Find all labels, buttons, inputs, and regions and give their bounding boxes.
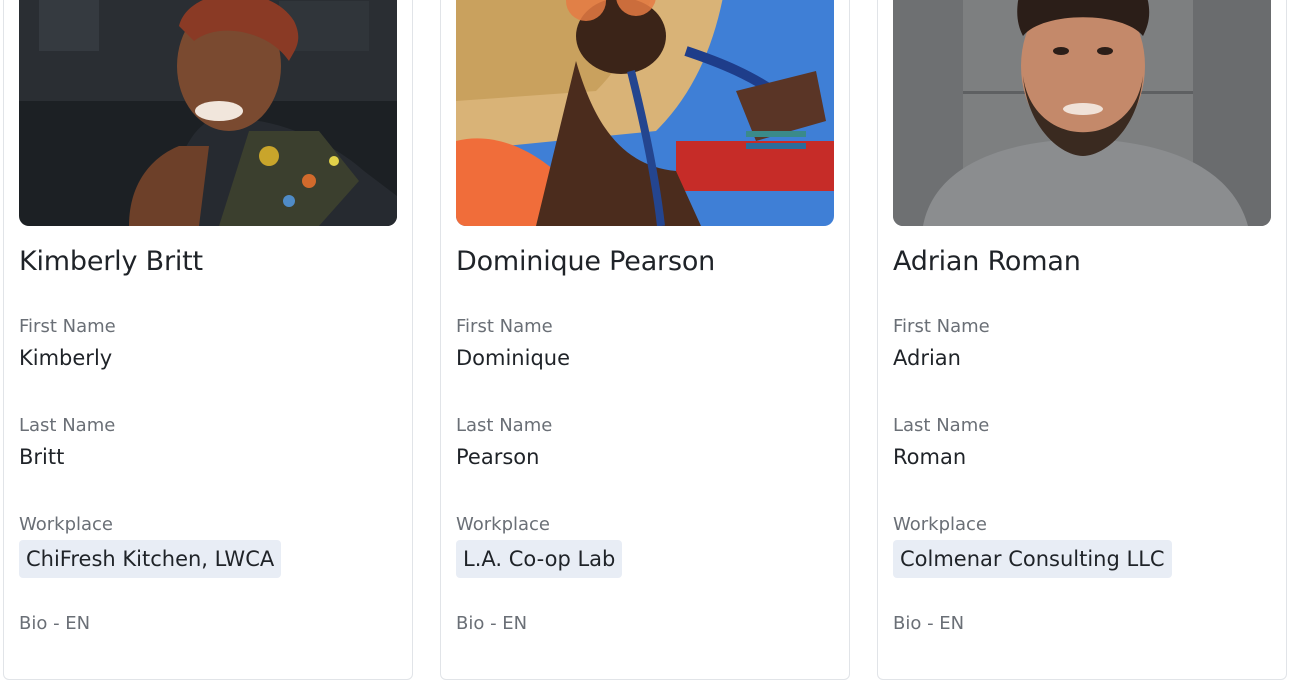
workplace-tag[interactable]: Colmenar Consulting LLC: [893, 540, 1172, 578]
bio-label: Bio - EN: [19, 613, 91, 634]
last-name-value: Britt: [19, 445, 65, 469]
profile-card: Kimberly Britt First Name Kimberly Last …: [3, 0, 413, 680]
bio-label: Bio - EN: [893, 613, 965, 634]
last-name-label: Last Name: [456, 415, 553, 436]
workplace-label: Workplace: [893, 514, 988, 535]
workplace-tag[interactable]: L.A. Co-op Lab: [456, 540, 623, 578]
first-name-label: First Name: [893, 316, 990, 337]
profile-photo: [19, 0, 397, 226]
last-name-label: Last Name: [893, 415, 990, 436]
profile-photo: [893, 0, 1271, 226]
first-name-label: First Name: [456, 316, 553, 337]
workplace-tag[interactable]: ChiFresh Kitchen, LWCA: [19, 540, 282, 578]
first-name-label: First Name: [19, 316, 116, 337]
profile-full-name: Adrian Roman: [893, 246, 1081, 277]
first-name-value: Adrian: [893, 346, 961, 370]
first-name-value: Kimberly: [19, 346, 113, 370]
profile-card: Adrian Roman First Name Adrian Last Name…: [877, 0, 1287, 680]
profile-card: Dominique Pearson First Name Dominique L…: [440, 0, 850, 680]
profile-card-grid: Kimberly Britt First Name Kimberly Last …: [0, 0, 1300, 680]
profile-photo: [456, 0, 834, 226]
first-name-value: Dominique: [456, 346, 571, 370]
last-name-value: Roman: [893, 445, 967, 469]
profile-full-name: Dominique Pearson: [456, 246, 716, 277]
workplace-label: Workplace: [19, 514, 114, 535]
last-name-value: Pearson: [456, 445, 540, 469]
workplace-label: Workplace: [456, 514, 551, 535]
bio-label: Bio - EN: [456, 613, 528, 634]
profile-full-name: Kimberly Britt: [19, 246, 203, 277]
last-name-label: Last Name: [19, 415, 116, 436]
